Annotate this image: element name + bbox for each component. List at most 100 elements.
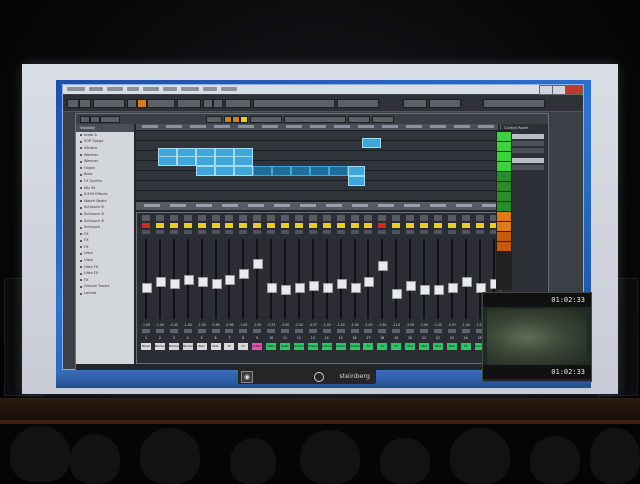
- toolbar-field[interactable]: [147, 99, 175, 108]
- channel-solo-button[interactable]: [197, 230, 206, 234]
- channel-solo-button[interactable]: [294, 230, 303, 234]
- channel-solo-button[interactable]: [433, 230, 442, 234]
- inspector-item[interactable]: Schlauch: [76, 224, 134, 231]
- channel-name[interactable]: Beats: [280, 343, 290, 350]
- menu-item[interactable]: [221, 87, 237, 91]
- pan-control[interactable]: [392, 329, 401, 333]
- toolbar-button[interactable]: [232, 116, 240, 123]
- volume-fader[interactable]: [392, 289, 403, 299]
- channel-mute-button[interactable]: [406, 223, 415, 228]
- toolbar-button[interactable]: [240, 116, 248, 123]
- channel-name[interactable]: FX: [363, 343, 374, 350]
- toolbar-button[interactable]: [127, 99, 137, 108]
- volume-fader[interactable]: [197, 277, 208, 287]
- channel-name[interactable]: Tempo Ch: [141, 343, 151, 350]
- channel-mute-button[interactable]: [225, 223, 234, 228]
- menu-item[interactable]: [127, 87, 139, 91]
- midi-event[interactable]: [291, 166, 310, 176]
- channel-mute-button[interactable]: [392, 223, 401, 228]
- channel-insert-slot[interactable]: [433, 215, 442, 221]
- pan-control[interactable]: [294, 329, 303, 333]
- channel-solo-button[interactable]: [461, 230, 470, 234]
- pan-control[interactable]: [253, 329, 262, 333]
- toolbar-field[interactable]: [225, 99, 251, 108]
- channel-solo-button[interactable]: [336, 230, 345, 234]
- channel-name[interactable]: Warmer: [182, 343, 193, 350]
- channel-mute-button[interactable]: [475, 223, 484, 228]
- inspector-item[interactable]: Organ: [76, 165, 134, 172]
- channel-name[interactable]: Ultra: [405, 343, 416, 350]
- channel-solo-button[interactable]: [420, 230, 428, 234]
- channel-solo-button[interactable]: [239, 230, 248, 234]
- pan-control[interactable]: [336, 329, 345, 333]
- menu-item[interactable]: [107, 87, 123, 91]
- channel-mute-button[interactable]: [322, 223, 331, 228]
- toolbar-field[interactable]: [429, 99, 461, 108]
- channel-insert-slot[interactable]: [461, 215, 470, 221]
- channel-insert-slot[interactable]: [253, 215, 262, 221]
- pan-control[interactable]: [183, 329, 192, 333]
- pan-control[interactable]: [433, 329, 442, 333]
- toolbar-field[interactable]: [372, 116, 394, 123]
- channel-insert-slot[interactable]: [183, 215, 192, 221]
- channel-solo-button[interactable]: [211, 230, 220, 234]
- pan-control[interactable]: [142, 329, 150, 333]
- midi-event[interactable]: [310, 166, 329, 176]
- track-row[interactable]: [136, 131, 498, 141]
- channel-solo-button[interactable]: [183, 230, 192, 234]
- channel-mute-button[interactable]: [447, 223, 456, 228]
- channel-solo-button[interactable]: [406, 230, 415, 234]
- channel-name[interactable]: Schlauch: [321, 343, 332, 350]
- midi-event[interactable]: [234, 166, 253, 176]
- channel-solo-button[interactable]: [267, 230, 276, 234]
- channel-name[interactable]: Warmer: [154, 343, 165, 350]
- menu-item[interactable]: [203, 87, 217, 91]
- channel-insert-slot[interactable]: [308, 215, 317, 221]
- channel-insert-slot[interactable]: [211, 215, 220, 221]
- channel-solo-button[interactable]: [253, 230, 262, 234]
- channel-name[interactable]: Watch: [266, 343, 277, 350]
- midi-event[interactable]: [272, 166, 291, 176]
- midi-event[interactable]: [177, 156, 196, 166]
- channel-mute-button[interactable]: [461, 223, 470, 228]
- channel-name[interactable]: Schlauch: [307, 343, 318, 350]
- channel-insert-slot[interactable]: [322, 215, 331, 221]
- toolbar-field[interactable]: [348, 116, 370, 123]
- channel-insert-slot[interactable]: [475, 215, 484, 221]
- inspector-item[interactable]: Ultra FX: [76, 264, 134, 271]
- toolbar-button[interactable]: [213, 99, 223, 108]
- channel-mute-button[interactable]: [155, 223, 164, 228]
- channel-insert-slot[interactable]: [420, 215, 428, 221]
- pan-control[interactable]: [225, 329, 234, 333]
- volume-fader[interactable]: [308, 281, 319, 291]
- inspector-item[interactable]: Schlauch B: [76, 211, 134, 218]
- pan-control[interactable]: [350, 329, 359, 333]
- pan-control[interactable]: [169, 329, 178, 333]
- inspector-item[interactable]: Bass: [76, 172, 134, 179]
- channel-solo-button[interactable]: [155, 230, 164, 234]
- channel-solo-button[interactable]: [169, 230, 178, 234]
- pan-control[interactable]: [420, 329, 428, 333]
- channel-mute-button[interactable]: [281, 223, 289, 228]
- midi-event[interactable]: [215, 166, 234, 176]
- volume-fader[interactable]: [433, 285, 444, 295]
- volume-fader[interactable]: [461, 277, 472, 287]
- toolbar-button[interactable]: [206, 116, 222, 123]
- inspector-item[interactable]: Warmer: [76, 158, 134, 165]
- pan-control[interactable]: [197, 329, 206, 333]
- channel-mute-button[interactable]: [336, 223, 345, 228]
- channel-mute-button[interactable]: [197, 223, 206, 228]
- record-mode-button[interactable]: [137, 99, 147, 108]
- inspector-item[interactable]: FX: [76, 231, 134, 238]
- inspector-item[interactable]: K-509 Effects: [76, 191, 134, 198]
- record-button[interactable]: [224, 116, 232, 123]
- channel-solo-button[interactable]: [308, 230, 317, 234]
- minimize-button[interactable]: [539, 85, 553, 95]
- volume-fader[interactable]: [350, 283, 361, 293]
- volume-fader[interactable]: [155, 277, 166, 287]
- snap-controls[interactable]: [337, 99, 379, 108]
- channel-insert-slot[interactable]: [239, 215, 248, 221]
- channel-solo-button[interactable]: [447, 230, 456, 234]
- channel-insert-slot[interactable]: [169, 215, 178, 221]
- channel-insert-slot[interactable]: [406, 215, 415, 221]
